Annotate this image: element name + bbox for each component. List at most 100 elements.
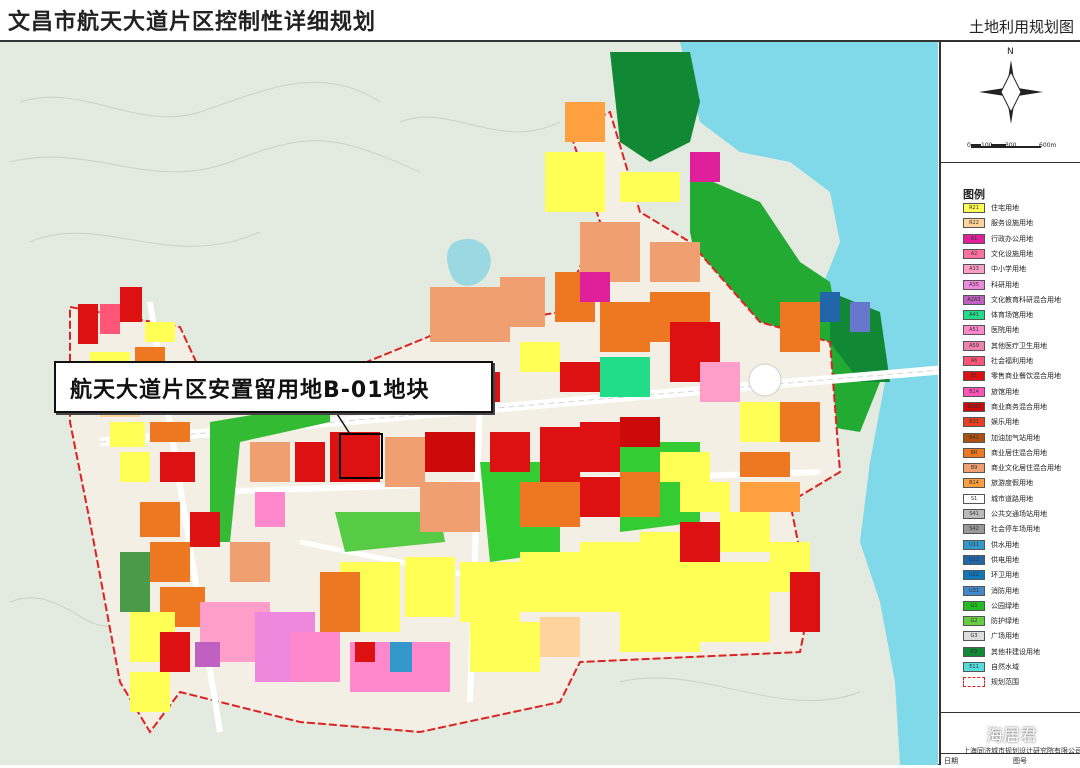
legend-item: A35 科研用地 — [963, 279, 1080, 292]
legend-label: 环卫用地 — [991, 571, 1019, 580]
legend-swatch: A2A3 — [963, 294, 985, 305]
legend-item: B14 旅游度假用地 — [963, 477, 1080, 490]
legend-label: 旅馆用地 — [991, 387, 1019, 396]
legend-item: A59 其他医疗卫生用地 — [963, 340, 1080, 353]
legend-item: G3 广场用地 — [963, 630, 1080, 643]
roundabout — [748, 363, 782, 397]
legend-swatch: A51 — [963, 325, 985, 336]
callout-text: 航天大道片区安置留用地B-01地块 — [70, 378, 430, 403]
legend-item: B14 旅馆用地 — [963, 386, 1080, 399]
legend-swatch: A33 — [963, 264, 985, 275]
legend-swatch: G3 — [963, 631, 985, 642]
footer: 海居君 上海同济城市规划设计研究院有限公司 日期 图号 — [941, 712, 1080, 766]
legend-item: B9 商业文化居住混合用地 — [963, 462, 1080, 475]
legend-label: 广场用地 — [991, 632, 1019, 641]
legend-item: R21 住宅用地 — [963, 202, 1080, 215]
legend-swatch: E9 — [963, 646, 985, 657]
legend-label: 社会停车场用地 — [991, 525, 1040, 534]
map-subtitle: 土地利用规划图 — [968, 18, 1074, 36]
legend-label: 自然水域 — [991, 663, 1019, 671]
legend-label: 零售商业餐饮混合用地 — [991, 372, 1061, 381]
legend-label: 文化设施用地 — [991, 249, 1033, 258]
legend-swatch: A6 — [963, 356, 985, 366]
legend-swatch: U12 — [963, 554, 985, 565]
map-title: 文昌市航天大道片区控制性详细规划 — [8, 10, 377, 35]
legend-swatch: A2 — [963, 248, 985, 259]
legend-label: 文化教育科研混合用地 — [991, 295, 1061, 304]
legend-label: 娱乐用地 — [991, 418, 1019, 427]
legend-label: 供电用地 — [991, 555, 1019, 564]
legend-swatch: A35 — [963, 279, 985, 290]
legend-label: 公共交通场站用地 — [991, 510, 1047, 518]
legend-swatch: B1 — [963, 371, 985, 382]
legend-swatch: U22 — [963, 570, 985, 581]
legend-label: 商业商务混合用地 — [991, 402, 1047, 411]
legend-swatch: U11 — [963, 539, 985, 550]
legend-swatch: B9 — [963, 463, 985, 474]
legend-label: 其他非建设用地 — [991, 647, 1040, 656]
legend-item: E11 自然水域 — [963, 661, 1080, 674]
legend-swatch: R21 — [963, 203, 985, 213]
legend-swatch: S1 — [963, 493, 985, 504]
title-bar: 文昌市航天大道片区控制性详细规划 土地利用规划图 — [0, 0, 1080, 42]
legend-label: 防护绿地 — [991, 617, 1019, 626]
legend-label: 城市道路用地 — [991, 494, 1033, 503]
legend-swatch: B14 — [963, 386, 985, 397]
legend-swatch: A59 — [963, 340, 985, 351]
legend-item: A2 文化设施用地 — [963, 248, 1080, 261]
legend-item: 规划范围 — [963, 676, 1080, 689]
legend-label: 中小学用地 — [991, 265, 1026, 274]
legend-item: A41 体育场馆用地 — [963, 309, 1080, 322]
legend-swatch: S41 — [963, 509, 985, 519]
legend-swatch: BR — [963, 447, 985, 458]
legend-label: 商业居住混合用地 — [991, 448, 1047, 457]
legend-item: B1 零售商业餐饮混合用地 — [963, 370, 1080, 383]
legend-label: 体育场馆用地 — [991, 311, 1033, 320]
legend-item: A1 行政办公用地 — [963, 233, 1080, 246]
legend-label: 服务设施用地 — [991, 219, 1033, 228]
legend-item: U22 环卫用地 — [963, 569, 1080, 582]
legend-item: A6 社会福利用地 — [963, 355, 1080, 368]
legend-label: 加油加气站用地 — [991, 433, 1040, 442]
legend-item: U31 消防用地 — [963, 585, 1080, 598]
legend-item: G1 公园绿地 — [963, 600, 1080, 613]
scale-label-1: 100 — [981, 142, 993, 149]
legend-item: BR 商业居住混合用地 — [963, 447, 1080, 460]
legend-swatch: B14 — [963, 478, 985, 489]
watermark-text: 海居君 — [986, 726, 1037, 746]
side-panel: N 0 100 300 600m 图例 R21 住宅用地 R22 服务设施用地 A1 行政… — [939, 42, 1080, 765]
legend-label: 科研用地 — [991, 280, 1019, 289]
scale-label-0: 0 — [967, 142, 971, 149]
legend-swatch: A1 — [963, 233, 985, 244]
legend-swatch — [963, 677, 985, 688]
legend-swatch: B31 — [963, 417, 985, 428]
compass-panel: N 0 100 300 600m — [941, 42, 1080, 163]
legend-label: 医院用地 — [991, 326, 1019, 335]
legend-label: 公园绿地 — [991, 601, 1019, 610]
legend-swatch: A41 — [963, 310, 985, 321]
legend-swatch: G2 — [963, 616, 985, 627]
legend-title: 图例 — [963, 188, 985, 201]
legend-swatch: U31 — [963, 585, 985, 596]
forest-patch — [120, 552, 150, 612]
legend-label: 商业文化居住混合用地 — [991, 464, 1061, 473]
meta-row: 日期 图号 — [941, 753, 1080, 768]
legend-swatch: G1 — [963, 600, 985, 611]
legend-item: R22 服务设施用地 — [963, 217, 1080, 230]
legend-swatch: S42 — [963, 524, 985, 535]
legend-item: S41 公共交通场站用地 — [963, 508, 1080, 521]
legend-swatch: R22 — [963, 218, 985, 229]
legend-swatch: B41 — [963, 432, 985, 443]
legend-label: 行政办公用地 — [991, 234, 1033, 243]
legend-label: 住宅用地 — [991, 204, 1019, 212]
legend-item: A33 中小学用地 — [963, 263, 1080, 276]
legend-label: 规划范围 — [991, 678, 1019, 687]
legend-item: S1 城市道路用地 — [963, 493, 1080, 506]
land-use-map: 航天大道片区安置留用地B-01地块 — [0, 42, 938, 765]
scale-label-3: 600m — [1039, 142, 1057, 149]
legend-swatch: E11 — [963, 662, 985, 672]
legend-label: 社会福利用地 — [991, 357, 1033, 365]
legend-item: B1B2 商业商务混合用地 — [963, 401, 1080, 414]
legend-label: 消防用地 — [991, 586, 1019, 595]
legend-label: 供水用地 — [991, 540, 1019, 549]
